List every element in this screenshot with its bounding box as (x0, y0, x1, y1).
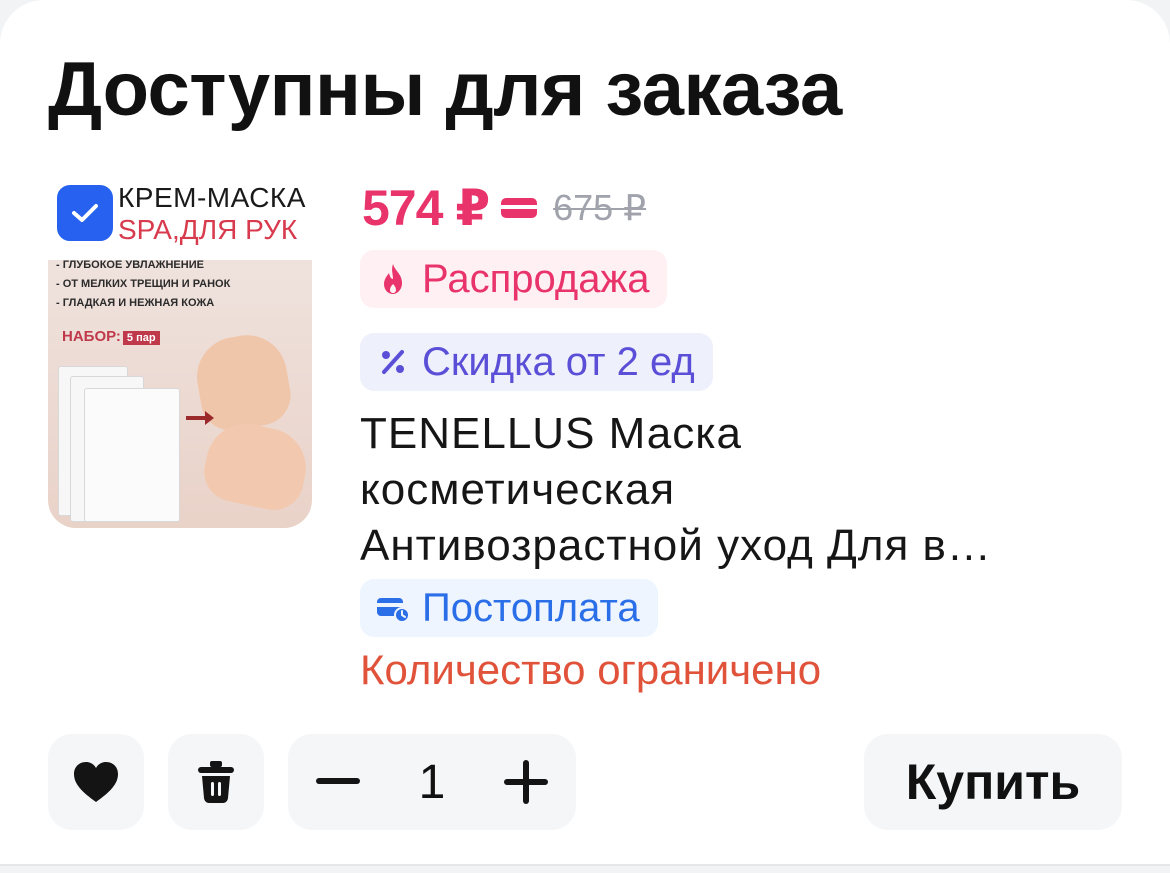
minus-icon (316, 778, 360, 784)
section-title: Доступны для заказа (48, 47, 842, 132)
price-row: 574 ₽ 675 ₽ (362, 176, 646, 240)
select-checkbox[interactable] (54, 182, 116, 244)
plus-icon (503, 760, 548, 804)
mask-packet (84, 388, 180, 522)
sale-badge: Распродажа (360, 250, 668, 308)
discount-badge: Скидка от 2 ед (360, 333, 713, 391)
image-title-line2: SPA,ДЛЯ РУК (118, 214, 298, 245)
old-price: 675 ₽ (553, 187, 647, 228)
quantity-stepper: 1 (288, 734, 576, 830)
image-title-line1: КРЕМ-МАСКА (118, 182, 306, 213)
wallet-icon (501, 197, 538, 219)
postpay-badge: Постоплата (360, 579, 658, 637)
decrease-button[interactable] (316, 778, 360, 786)
current-price: 574 ₽ (362, 180, 490, 236)
flame-icon (376, 262, 410, 296)
check-icon (72, 204, 98, 222)
trash-icon (198, 761, 234, 803)
percent-icon (376, 345, 410, 379)
arrow-icon (186, 411, 214, 425)
heart-icon (74, 762, 118, 802)
product-name[interactable]: TENELLUS Маска косметическая Антивозраст… (360, 406, 1130, 574)
card-clock-icon (376, 591, 410, 625)
quantity-value: 1 (418, 755, 446, 809)
cart-card: Доступны для заказа КРЕМ-МАСКА SPA,ДЛЯ Р… (0, 0, 1170, 866)
increase-button[interactable] (503, 760, 548, 804)
image-set-label: НАБОР: 5 пар (62, 328, 160, 345)
stock-limited-note: Количество ограничено (360, 646, 822, 693)
buy-button[interactable]: Купить (864, 734, 1122, 830)
delete-button[interactable] (168, 734, 264, 830)
favorite-button[interactable] (48, 734, 144, 830)
image-bullets: - ГЛУБОКОЕ УВЛАЖНЕНИЕ - ОТ МЕЛКИХ ТРЕЩИН… (56, 259, 231, 309)
